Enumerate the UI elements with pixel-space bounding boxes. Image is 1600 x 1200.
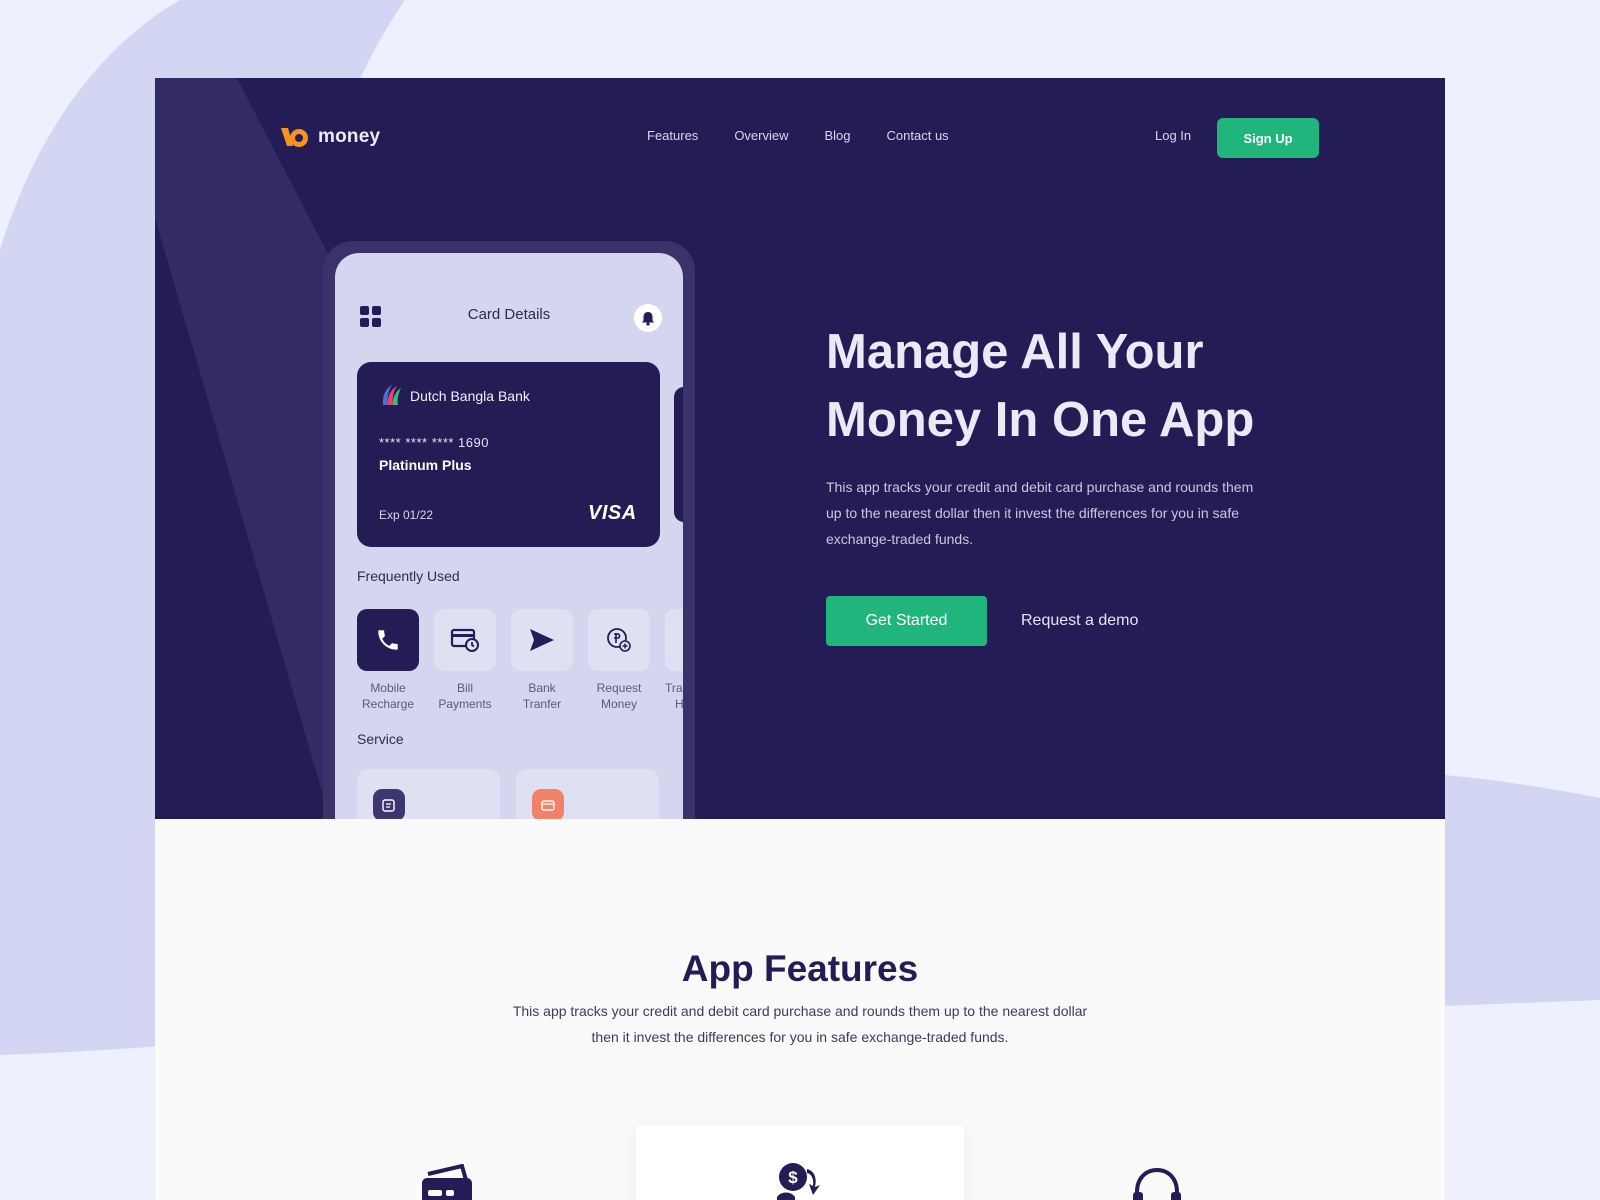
login-link[interactable]: Log In: [1155, 128, 1191, 143]
landing-page: money Features Overview Blog Contact us …: [155, 78, 1445, 1200]
service-wallet-icon: [532, 789, 564, 819]
svg-text:$: $: [788, 1168, 798, 1187]
request-demo-link[interactable]: Request a demo: [1021, 612, 1138, 630]
card-number: **** **** **** 1690: [379, 435, 489, 450]
nav-overview[interactable]: Overview: [734, 128, 788, 143]
quick-action-tile[interactable]: [434, 609, 496, 671]
phone-title: Card Details: [467, 306, 551, 323]
card-tier: Platinum Plus: [379, 457, 472, 473]
service-title: Service: [357, 731, 404, 747]
headset-icon: [1133, 1167, 1181, 1200]
frequently-used-title: Frequently Used: [357, 568, 460, 584]
quick-action-label: Bank Tranfer: [522, 681, 562, 711]
service-document-icon: [373, 789, 405, 819]
get-started-button[interactable]: Get Started: [826, 596, 987, 646]
bell-icon[interactable]: [634, 304, 662, 332]
cards-icon: [422, 1164, 472, 1200]
main-nav: Features Overview Blog Contact us: [647, 128, 949, 143]
logo-text: money: [318, 126, 381, 147]
quick-action-bill-payments[interactable]: Bill Payments: [434, 609, 496, 712]
brand-logo[interactable]: money: [280, 124, 380, 150]
quick-action-partial[interactable]: Tra H: [665, 609, 683, 712]
quick-action-tile[interactable]: [511, 609, 573, 671]
quick-action-mobile-recharge[interactable]: Mobile Recharge: [357, 609, 419, 712]
hero-title: Manage All Your Money In One App: [826, 325, 1255, 447]
features-description: This app tracks your credit and debit ca…: [512, 1003, 1088, 1045]
phone-screen: Card Details Dutch Bangla Bank **** ****…: [335, 253, 683, 819]
nav-contact-us[interactable]: Contact us: [887, 128, 949, 143]
quick-action-label: Tra H: [665, 681, 683, 711]
nav-features[interactable]: Features: [647, 128, 698, 143]
quick-action-label: Request Money: [596, 681, 642, 711]
quick-action-bank-transfer[interactable]: Bank Tranfer: [511, 609, 573, 712]
quick-action-label: Mobile Recharge: [361, 681, 415, 711]
card-expiry: Exp 01/22: [379, 508, 434, 522]
quick-action-tile[interactable]: [665, 609, 683, 671]
hero-section: money Features Overview Blog Contact us …: [155, 78, 1445, 819]
next-card-peek[interactable]: [674, 387, 683, 522]
visa-logo: VISA: [588, 502, 637, 524]
service-card[interactable]: [516, 769, 659, 819]
features-title: App Features: [681, 948, 919, 989]
phone-icon: [378, 630, 398, 650]
quick-action-tile[interactable]: [588, 609, 650, 671]
request-money-icon: [607, 628, 631, 652]
bank-card[interactable]: Dutch Bangla Bank **** **** **** 1690 Pl…: [357, 362, 660, 547]
nav-blog[interactable]: Blog: [825, 128, 851, 143]
send-icon: [530, 629, 554, 651]
service-card[interactable]: [357, 769, 500, 819]
bank-logo-icon: [382, 385, 401, 405]
hero-description: This app tracks your credit and debit ca…: [826, 479, 1254, 547]
logo-mark-icon: [281, 128, 308, 147]
signup-button[interactable]: Sign Up: [1217, 118, 1319, 158]
quick-action-request-money[interactable]: Request Money: [588, 609, 650, 712]
quick-action-tile[interactable]: [357, 609, 419, 671]
quick-action-label: Bill Payments: [438, 681, 492, 711]
dollar-transfer-icon: $: [777, 1163, 820, 1200]
bill-icon: [450, 628, 479, 652]
bank-name: Dutch Bangla Bank: [410, 388, 530, 404]
